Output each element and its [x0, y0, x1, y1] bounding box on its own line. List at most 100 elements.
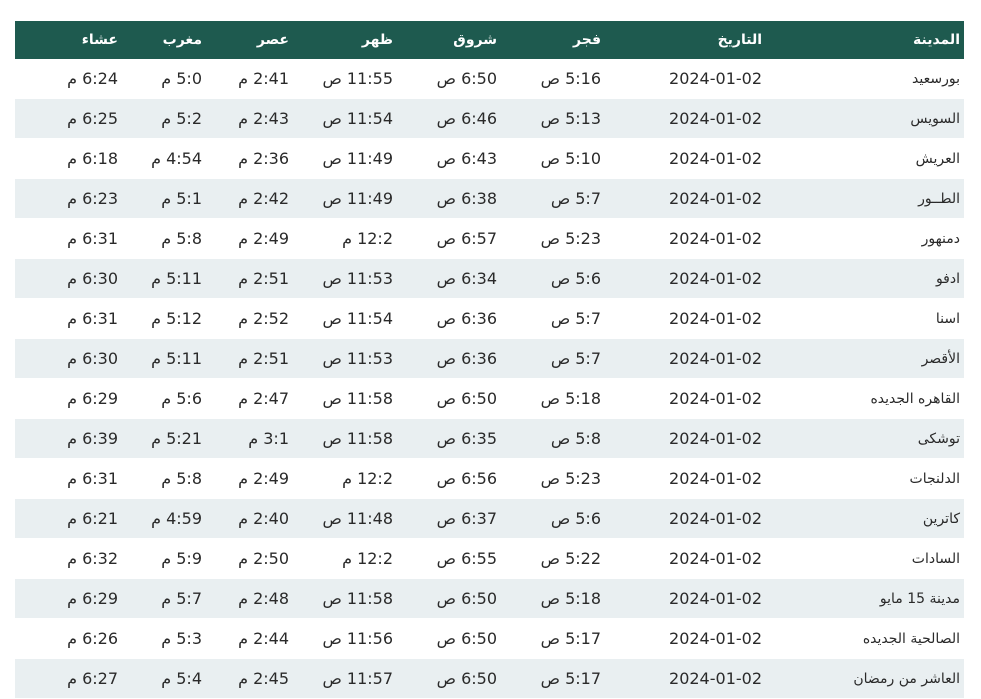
- cell-date: 2024-01-02: [601, 59, 762, 99]
- cell-isha: 6:29 م: [15, 379, 118, 419]
- cell-city: القاهره الجديده: [762, 379, 964, 419]
- cell-maghrib: 5:9 م: [118, 539, 202, 579]
- cell-sunrise: 6:36 ص: [393, 299, 497, 339]
- cell-isha: 6:31 م: [15, 459, 118, 499]
- table-row: اسنا 2024-01-02 5:7 ص 6:36 ص 11:54 ص 2:52 م 5:…: [15, 299, 964, 339]
- cell-maghrib: 5:4 م: [118, 659, 202, 699]
- cell-fajr: 5:8 ص: [497, 419, 601, 459]
- cell-asr: 2:45 م: [202, 659, 289, 699]
- cell-isha: 6:21 م: [15, 499, 118, 539]
- cell-isha: 6:39 م: [15, 419, 118, 459]
- cell-city: دمنهور: [762, 219, 964, 259]
- cell-isha: 6:25 م: [15, 99, 118, 139]
- cell-isha: 6:24 م: [15, 59, 118, 99]
- cell-sunrise: 6:43 ص: [393, 139, 497, 179]
- header-fajr: فجر: [573, 32, 601, 48]
- cell-isha: 6:26 م: [15, 619, 118, 659]
- cell-city: كاترين: [762, 499, 964, 539]
- cell-maghrib: 5:8 م: [118, 219, 202, 259]
- cell-dhuhr: 11:57 ص: [289, 659, 393, 699]
- table-row: الطــور 2024-01-02 5:7 ص 6:38 ص 11:49 ص 2:42 …: [15, 179, 964, 219]
- cell-asr: 3:1 م: [202, 419, 289, 459]
- cell-maghrib: 5:1 م: [118, 179, 202, 219]
- cell-dhuhr: 11:55 ص: [289, 59, 393, 99]
- cell-dhuhr: 12:2 م: [289, 459, 393, 499]
- cell-fajr: 5:17 ص: [497, 619, 601, 659]
- cell-date: 2024-01-02: [601, 99, 762, 139]
- cell-date: 2024-01-02: [601, 419, 762, 459]
- table-row: الصالحية الجديده 2024-01-02 5:17 ص 6:50 ص 11…: [15, 619, 964, 659]
- cell-asr: 2:51 م: [202, 259, 289, 299]
- cell-sunrise: 6:56 ص: [393, 459, 497, 499]
- cell-sunrise: 6:50 ص: [393, 59, 497, 99]
- cell-isha: 6:23 م: [15, 179, 118, 219]
- table-row: كاترين 2024-01-02 5:6 ص 6:37 ص 11:48 ص 2:40 م…: [15, 499, 964, 539]
- table-row: مدينة 15 مايو 2024-01-02 5:18 ص 6:50 ص 11:58…: [15, 579, 964, 619]
- cell-fajr: 5:6 ص: [497, 499, 601, 539]
- cell-fajr: 5:23 ص: [497, 219, 601, 259]
- cell-fajr: 5:18 ص: [497, 379, 601, 419]
- cell-dhuhr: 12:2 م: [289, 539, 393, 579]
- cell-isha: 6:30 م: [15, 339, 118, 379]
- cell-city: مدينة 15 مايو: [762, 579, 964, 619]
- cell-asr: 2:36 م: [202, 139, 289, 179]
- cell-isha: 6:31 م: [15, 299, 118, 339]
- cell-maghrib: 5:6 م: [118, 379, 202, 419]
- cell-city: الدلنجات: [762, 459, 964, 499]
- cell-dhuhr: 12:2 م: [289, 219, 393, 259]
- cell-date: 2024-01-02: [601, 339, 762, 379]
- table-row: العاشر من رمضان 2024-01-02 5:17 ص 6:50 ص 11:…: [15, 659, 964, 699]
- cell-asr: 2:52 م: [202, 299, 289, 339]
- table-row: السادات 2024-01-02 5:22 ص 6:55 ص 12:2 م 2:50 …: [15, 539, 964, 579]
- cell-maghrib: 4:54 م: [118, 139, 202, 179]
- cell-dhuhr: 11:53 ص: [289, 259, 393, 299]
- cell-isha: 6:18 م: [15, 139, 118, 179]
- cell-maghrib: 5:2 م: [118, 99, 202, 139]
- cell-dhuhr: 11:58 ص: [289, 379, 393, 419]
- table-row: الدلنجات 2024-01-02 5:23 ص 6:56 ص 12:2 م 2:49…: [15, 459, 964, 499]
- cell-dhuhr: 11:58 ص: [289, 419, 393, 459]
- cell-sunrise: 6:50 ص: [393, 659, 497, 699]
- table-row: السويس 2024-01-02 5:13 ص 6:46 ص 11:54 ص 2:43 …: [15, 99, 964, 139]
- header-asr: عصر: [256, 32, 289, 48]
- table-row: القاهره الجديده 2024-01-02 5:18 ص 6:50 ص 11:…: [15, 379, 964, 419]
- cell-city: السويس: [762, 99, 964, 139]
- cell-date: 2024-01-02: [601, 659, 762, 699]
- header-isha: عشاء: [81, 32, 118, 48]
- header-sunrise: شروق: [453, 32, 497, 48]
- cell-maghrib: 4:59 م: [118, 499, 202, 539]
- cell-city: الطــور: [762, 179, 964, 219]
- cell-dhuhr: 11:54 ص: [289, 99, 393, 139]
- cell-date: 2024-01-02: [601, 619, 762, 659]
- cell-city: الأقصر: [762, 339, 964, 379]
- cell-dhuhr: 11:53 ص: [289, 339, 393, 379]
- header-maghrib: مغرب: [162, 32, 202, 48]
- cell-date: 2024-01-02: [601, 539, 762, 579]
- cell-asr: 2:44 م: [202, 619, 289, 659]
- cell-sunrise: 6:35 ص: [393, 419, 497, 459]
- cell-fajr: 5:13 ص: [497, 99, 601, 139]
- cell-fajr: 5:6 ص: [497, 259, 601, 299]
- table-row: العريش 2024-01-02 5:10 ص 6:43 ص 11:49 ص 2:36 …: [15, 139, 964, 179]
- cell-asr: 2:42 م: [202, 179, 289, 219]
- cell-city: الصالحية الجديده: [762, 619, 964, 659]
- cell-asr: 2:49 م: [202, 459, 289, 499]
- table-header-row: المدينة التاريخ فجر شروق ظهر عصر مغرب عش…: [15, 21, 964, 59]
- cell-maghrib: 5:7 م: [118, 579, 202, 619]
- cell-sunrise: 6:46 ص: [393, 99, 497, 139]
- cell-date: 2024-01-02: [601, 499, 762, 539]
- cell-fajr: 5:7 ص: [497, 179, 601, 219]
- cell-date: 2024-01-02: [601, 139, 762, 179]
- cell-asr: 2:43 م: [202, 99, 289, 139]
- cell-maghrib: 5:0 م: [118, 59, 202, 99]
- header-city: المدينة: [913, 32, 960, 48]
- table-row: دمنهور 2024-01-02 5:23 ص 6:57 ص 12:2 م 2:49 م…: [15, 219, 964, 259]
- table-row: بورسعيد 2024-01-02 5:16 ص 6:50 ص 11:55 ص 2:41…: [15, 59, 964, 99]
- cell-date: 2024-01-02: [601, 459, 762, 499]
- cell-fajr: 5:23 ص: [497, 459, 601, 499]
- cell-fajr: 5:7 ص: [497, 339, 601, 379]
- cell-isha: 6:32 م: [15, 539, 118, 579]
- cell-sunrise: 6:57 ص: [393, 219, 497, 259]
- cell-city: ادفو: [762, 259, 964, 299]
- cell-fajr: 5:10 ص: [497, 139, 601, 179]
